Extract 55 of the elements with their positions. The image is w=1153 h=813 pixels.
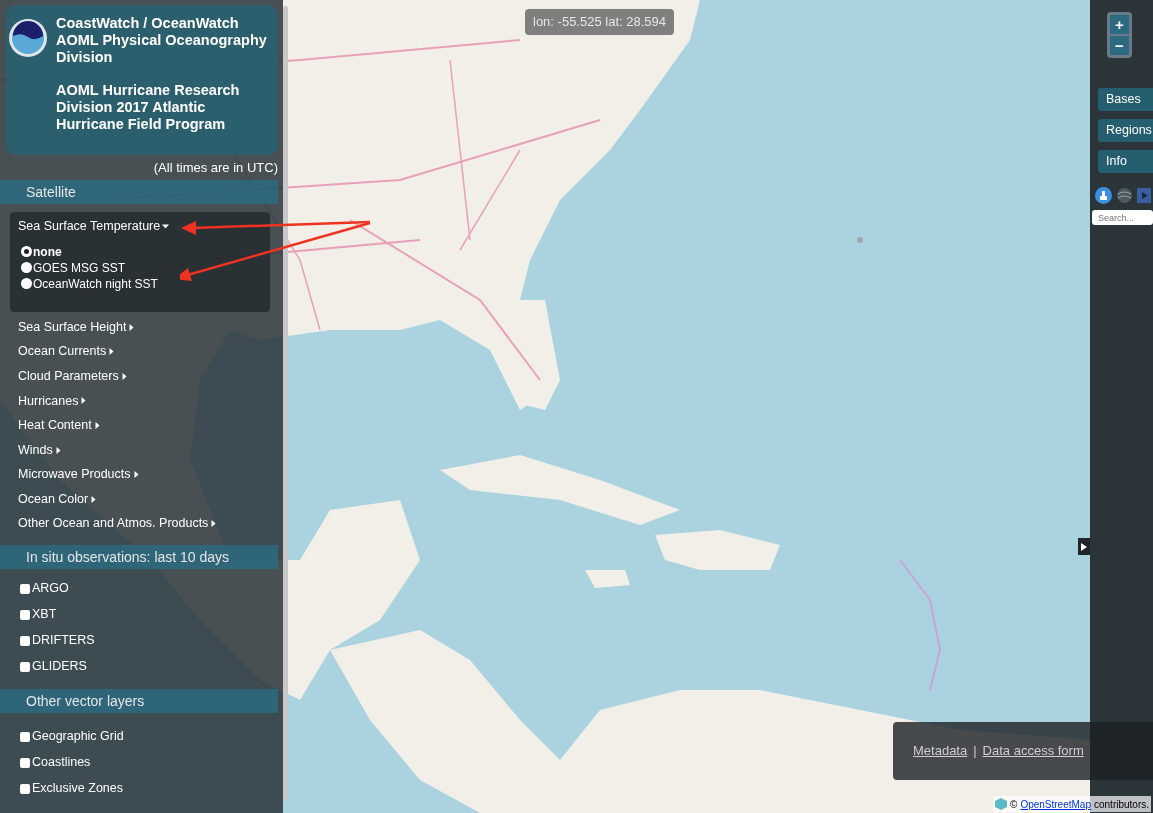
menu-item[interactable]: Winds: [18, 441, 62, 460]
brush-icon[interactable]: [1095, 187, 1112, 204]
globe-icon[interactable]: [1116, 187, 1133, 204]
coordinates-readout: lon: -55.525 lat: 28.594: [525, 9, 674, 35]
layer-checkbox-row[interactable]: Coastlines: [20, 754, 283, 771]
time-note: (All times are in UTC): [153, 159, 278, 177]
section-heading[interactable]: In situ observations: last 10 days: [0, 544, 278, 569]
section-heading[interactable]: Other vector layers: [0, 688, 278, 713]
radio-option[interactable]: GOES MSG SST: [21, 259, 270, 276]
toolbar-button[interactable]: Regions: [1098, 119, 1153, 142]
header-subtitle: AOML Hurricane Research Division 2017 Atlantic Hurricane Field Program: [56, 82, 241, 133]
radio-option[interactable]: OceanWatch night SST: [21, 275, 270, 292]
attribution-text: contributors.: [1094, 797, 1149, 812]
layer-checkbox-row[interactable]: DRIFTERS: [20, 632, 283, 649]
metadata-link[interactable]: Metadata: [913, 741, 968, 761]
menu-item[interactable]: Sea Surface Height: [18, 318, 136, 337]
menu-item[interactable]: Hurricanes: [18, 391, 88, 410]
data-access-link[interactable]: Data access form: [982, 741, 1084, 761]
zoom-out-button[interactable]: −: [1110, 36, 1129, 55]
checkbox[interactable]: [20, 635, 30, 646]
copyright-symbol: ©: [1010, 797, 1018, 812]
checkbox[interactable]: [20, 661, 30, 672]
radio-option[interactable]: none: [21, 243, 270, 260]
layer-checkbox-row[interactable]: Exclusive Zones: [20, 780, 283, 797]
radio-button[interactable]: [21, 278, 32, 289]
layer-checkbox-row[interactable]: GLIDERS: [20, 658, 283, 675]
menu-item[interactable]: Sea Surface Temperature: [18, 217, 170, 236]
separator: |: [973, 742, 977, 761]
search-field[interactable]: Search...: [1092, 210, 1153, 225]
menu-item[interactable]: Microwave Products: [18, 465, 140, 484]
noaa-logo-icon: [8, 18, 48, 58]
checkbox[interactable]: [20, 609, 30, 620]
checkbox[interactable]: [20, 757, 30, 768]
radio-button[interactable]: [21, 262, 32, 273]
checkbox[interactable]: [20, 783, 30, 794]
layer-checkbox-row[interactable]: XBT: [20, 606, 283, 623]
header-title: CoastWatch / OceanWatch AOML Physical Oceanography Division: [56, 15, 268, 66]
checkbox[interactable]: [20, 731, 30, 742]
menu-item[interactable]: Cloud Parameters: [18, 367, 128, 386]
menu-item[interactable]: Ocean Color: [18, 490, 98, 509]
scrollbar[interactable]: [283, 6, 288, 801]
zoom-in-button[interactable]: +: [1110, 15, 1129, 34]
menu-item[interactable]: Other Ocean and Atmos. Products: [18, 514, 218, 533]
toolbar-button[interactable]: Bases: [1098, 88, 1153, 111]
menu-item[interactable]: Ocean Currents: [18, 342, 116, 361]
layer-checkbox-row[interactable]: Geographic Grid: [20, 728, 283, 745]
cube-icon: [995, 798, 1007, 810]
layer-checkbox-row[interactable]: ARGO: [20, 580, 283, 597]
checkbox[interactable]: [20, 583, 30, 594]
menu-item[interactable]: Heat Content: [18, 416, 101, 435]
section-heading[interactable]: Satellite: [0, 179, 278, 204]
toolbar-button[interactable]: Info: [1098, 150, 1153, 173]
openstreetmap-link[interactable]: OpenStreetMap: [1020, 796, 1091, 812]
panel-toggle-icon[interactable]: [1078, 538, 1090, 555]
radio-button[interactable]: [21, 246, 32, 257]
